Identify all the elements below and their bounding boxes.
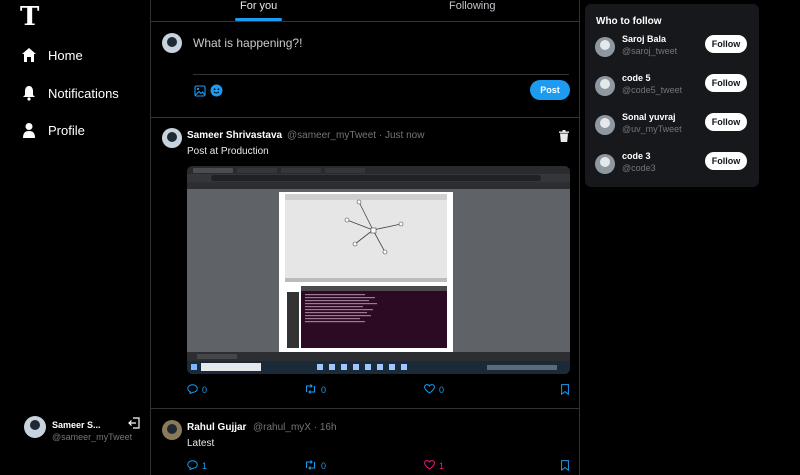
timeline-tabs: For you Following	[151, 0, 579, 22]
retweet-count: 0	[321, 385, 327, 395]
reply-button[interactable]: 0	[187, 384, 207, 396]
retweet-icon	[304, 384, 317, 396]
reply-icon	[187, 384, 198, 396]
compose-input[interactable]: What is happening?!	[193, 36, 302, 50]
nav-item-home[interactable]: Home	[20, 46, 83, 64]
suggestion-item[interactable]: code 5 @code5_tweet Follow	[595, 72, 755, 100]
tweet-text: Latest	[187, 438, 215, 449]
suggestion-name: Sonal yuvraj	[622, 112, 676, 122]
tweet-actions: 1 0 1	[187, 460, 571, 474]
like-button[interactable]: 1	[424, 460, 444, 472]
tweet-image[interactable]	[187, 166, 570, 374]
tweet-timestamp: · 16h	[313, 422, 337, 433]
reply-count: 1	[202, 461, 208, 471]
avatar	[595, 154, 615, 174]
avatar	[162, 33, 182, 53]
follow-button[interactable]: Follow	[705, 35, 747, 53]
retweet-button[interactable]: 0	[304, 460, 326, 472]
tweet[interactable]: Rahul Gujjar @rahul_myX · 16h Latest 1 0…	[151, 409, 579, 475]
suggestion-item[interactable]: code 3 @code3 Follow	[595, 150, 755, 178]
retweet-count: 0	[321, 461, 327, 471]
follow-button[interactable]: Follow	[705, 113, 747, 131]
tweet-text: Post at Production	[187, 146, 269, 157]
avatar	[162, 128, 182, 148]
retweet-button[interactable]: 0	[304, 384, 326, 396]
suggestion-name: Saroj Bala	[622, 34, 667, 44]
like-button[interactable]: 0	[424, 384, 444, 396]
tweet-author-handle: @rahul_myX	[253, 422, 311, 433]
app-logo[interactable]: T	[20, 2, 39, 32]
bookmark-button[interactable]	[561, 384, 569, 397]
tweet-author-name[interactable]: Rahul Gujjar	[187, 422, 246, 433]
logout-icon[interactable]	[128, 416, 140, 434]
nav-item-label: Notifications	[48, 85, 119, 101]
person-icon	[20, 121, 38, 139]
bookmark-button[interactable]	[561, 460, 569, 473]
tweet-author-handle: @sameer_myTweet	[287, 130, 377, 141]
avatar	[595, 76, 615, 96]
nav-item-label: Home	[48, 47, 83, 63]
suggestion-item[interactable]: Saroj Bala @saroj_tweet Follow	[595, 33, 755, 61]
tweet[interactable]: Sameer Shrivastava @sameer_myTweet · Jus…	[151, 118, 579, 409]
emoji-icon[interactable]	[210, 84, 223, 97]
panel-title: Who to follow	[596, 16, 662, 27]
tweet-timestamp: · Just now	[378, 130, 425, 141]
suggestion-handle: @code3	[622, 163, 656, 173]
trash-icon[interactable]	[559, 129, 569, 142]
tweet-actions: 0 0 0	[187, 384, 571, 398]
reply-button[interactable]: 1	[187, 460, 207, 472]
left-nav: T Home Notifications Profile Sameer S...…	[0, 0, 150, 475]
tab-for-you[interactable]: For you	[234, 0, 283, 21]
suggestion-handle: @uv_myTweet	[622, 124, 682, 134]
avatar	[595, 115, 615, 135]
account-switcher[interactable]: Sameer S... @sameer_myTweet	[24, 414, 144, 444]
suggestion-handle: @code5_tweet	[622, 85, 683, 95]
tweet-handle: @rahul_myX · 16h	[253, 422, 337, 433]
avatar	[24, 416, 46, 438]
bookmark-icon	[561, 384, 569, 397]
home-icon	[20, 46, 38, 64]
tweet-handle: @sameer_myTweet · Just now	[287, 130, 424, 141]
follow-button[interactable]: Follow	[705, 74, 747, 92]
compose-box: What is happening?! Post	[151, 22, 579, 118]
image-icon[interactable]	[194, 84, 206, 97]
suggestion-name: code 5	[622, 73, 651, 83]
like-count: 1	[439, 461, 445, 471]
heart-icon	[424, 460, 435, 472]
bell-icon	[20, 84, 38, 102]
divider	[193, 74, 569, 75]
avatar	[595, 37, 615, 57]
reply-count: 0	[202, 385, 208, 395]
timeline: For you Following What is happening?! Po…	[150, 0, 580, 475]
who-to-follow-panel: Who to follow Saroj Bala @saroj_tweet Fo…	[585, 4, 759, 187]
heart-icon	[424, 384, 435, 396]
reply-icon	[187, 460, 198, 472]
retweet-icon	[304, 460, 317, 472]
nav-item-label: Profile	[48, 122, 85, 138]
tab-following[interactable]: Following	[449, 0, 495, 12]
suggestion-item[interactable]: Sonal yuvraj @uv_myTweet Follow	[595, 111, 755, 139]
bookmark-icon	[561, 460, 569, 473]
tweet-author-name[interactable]: Sameer Shrivastava	[187, 130, 282, 141]
nav-item-profile[interactable]: Profile	[20, 121, 85, 139]
account-handle: @sameer_myTweet	[52, 432, 133, 442]
follow-button[interactable]: Follow	[705, 152, 747, 170]
like-count: 0	[439, 385, 445, 395]
suggestion-handle: @saroj_tweet	[622, 46, 678, 56]
avatar	[162, 420, 182, 440]
account-name: Sameer S...	[52, 420, 101, 430]
suggestion-name: code 3	[622, 151, 651, 161]
post-button[interactable]: Post	[530, 80, 570, 100]
nav-item-notifications[interactable]: Notifications	[20, 84, 119, 102]
